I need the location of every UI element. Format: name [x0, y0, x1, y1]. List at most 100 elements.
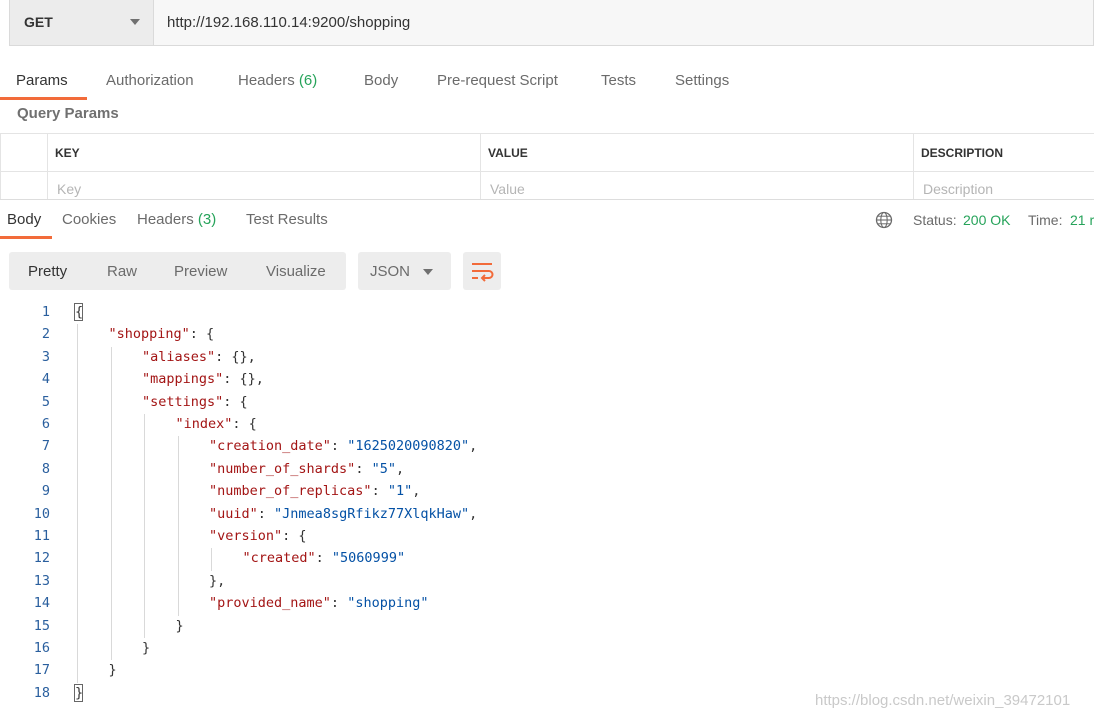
json-punctuation: }	[175, 617, 184, 634]
code-text: "index": {	[176, 416, 257, 432]
tab-body[interactable]: Body	[364, 72, 398, 89]
code-line: 10 "uuid": "Jnmea8sgRfikz77XlqkHaw",	[0, 503, 1094, 525]
code-line: 5 "settings": {	[0, 391, 1094, 413]
json-punctuation: : {	[189, 326, 215, 343]
tab-prerequest-script[interactable]: Pre-request Script	[437, 72, 558, 89]
json-key: "settings"	[142, 393, 224, 410]
json-key: "index"	[175, 416, 233, 432]
indent-guide	[177, 436, 179, 616]
code-text: },	[209, 573, 225, 589]
json-key: "version"	[209, 528, 283, 544]
line-number: 1	[41, 304, 50, 320]
json-punctuation: ,	[469, 438, 478, 455]
tab-authorization[interactable]: Authorization	[106, 72, 194, 89]
response-tab-headers-label: Headers	[137, 211, 194, 228]
table-handle-column	[0, 134, 47, 172]
code-line: 8 "number_of_shards": "5",	[0, 458, 1094, 480]
format-select[interactable]: JSON	[358, 252, 451, 290]
json-key: "creation_date"	[209, 438, 331, 455]
json-key: "number_of_replicas"	[209, 483, 372, 500]
indent-guide	[211, 548, 212, 571]
line-number: 7	[41, 438, 50, 455]
pretty-button[interactable]: Pretty	[28, 263, 67, 280]
tab-settings[interactable]: Settings	[675, 72, 729, 89]
json-string: "Jnmea8sgRfikz77XlqkHaw"	[274, 505, 470, 522]
chevron-down-icon	[130, 19, 140, 25]
column-header-description: DESCRIPTION	[913, 134, 1094, 172]
time-label: Time:	[1028, 212, 1063, 228]
code-text: "uuid": "Jnmea8sgRfikz77XlqkHaw",	[209, 506, 477, 522]
active-tab-indicator	[0, 97, 87, 100]
line-number: 3	[41, 348, 50, 365]
response-tab-body[interactable]: Body	[7, 211, 41, 228]
bracket-match-highlight	[74, 303, 83, 321]
view-mode-group: Pretty Raw Preview Visualize	[9, 252, 346, 290]
json-key: "provided_name"	[209, 595, 331, 612]
json-punctuation: :	[371, 483, 388, 500]
code-line: 4 "mappings": {},	[0, 368, 1094, 390]
code-text: "aliases": {},	[142, 349, 256, 365]
response-active-tab-indicator	[0, 236, 52, 239]
description-input[interactable]: Description	[913, 172, 1094, 200]
globe-icon[interactable]	[875, 211, 893, 229]
indent-guide	[77, 324, 78, 683]
json-punctuation: :	[330, 595, 348, 612]
code-text: "shopping": {	[109, 326, 215, 342]
wrap-lines-button[interactable]	[463, 252, 501, 290]
line-number: 5	[41, 393, 50, 410]
key-input[interactable]: Key	[47, 172, 480, 200]
response-tab-test-results[interactable]: Test Results	[246, 211, 328, 228]
code-line: 16}	[0, 637, 1094, 659]
code-line: 17}	[0, 659, 1094, 681]
line-number: 8	[41, 460, 50, 477]
json-punctuation: :	[355, 460, 372, 477]
tab-params[interactable]: Params	[16, 72, 68, 89]
response-tab-headers-count: (3)	[197, 211, 217, 228]
url-text: http://192.168.110.14:9200/shopping	[167, 14, 411, 31]
value-input[interactable]: Value	[480, 172, 913, 200]
response-body-editor[interactable]: 1{2 "shopping": {3 "aliases": {}, 4 "mapping…	[0, 301, 1094, 720]
line-number: 10	[33, 505, 50, 522]
json-key: "created"	[242, 550, 316, 567]
response-tab-cookies[interactable]: Cookies	[62, 211, 116, 228]
tab-headers-label: Headers	[238, 72, 295, 89]
column-header-value: VALUE	[480, 134, 913, 172]
code-text: "creation_date": "1625020090820",	[209, 438, 477, 454]
column-header-key: KEY	[47, 134, 480, 172]
json-key: "shopping"	[108, 326, 190, 343]
method-select[interactable]: GET	[9, 0, 153, 46]
table-row-handle	[0, 172, 47, 200]
tab-headers[interactable]: Headers (6)	[238, 72, 317, 89]
tab-tests[interactable]: Tests	[601, 72, 636, 89]
line-number: 9	[41, 483, 50, 500]
json-key: "mappings"	[142, 371, 224, 388]
line-number: 4	[41, 371, 50, 388]
response-tab-headers[interactable]: Headers (3)	[137, 211, 216, 228]
status-label: Status:	[913, 212, 957, 228]
request-bar: GET http://192.168.110.14:9200/shopping	[9, 0, 1094, 46]
json-punctuation: :	[330, 438, 348, 455]
tab-headers-count: (6)	[298, 72, 318, 89]
json-punctuation: }	[108, 662, 117, 679]
json-string: "shopping"	[347, 595, 429, 612]
status-value: 200 OK	[963, 212, 1011, 228]
code-line: 7 "creation_date": "1625020090820",	[0, 435, 1094, 457]
code-text: }	[142, 640, 150, 656]
line-number: 12	[33, 550, 50, 567]
json-punctuation: ,	[395, 460, 405, 477]
code-text: "created": "5060999"	[243, 550, 406, 566]
wrap-lines-icon	[472, 263, 494, 282]
visualize-button[interactable]: Visualize	[266, 263, 326, 280]
json-punctuation: : {},	[215, 348, 256, 365]
line-number: 16	[33, 640, 50, 656]
json-punctuation: ,	[469, 505, 478, 522]
raw-button[interactable]: Raw	[107, 263, 137, 280]
json-punctuation: : {	[232, 416, 257, 432]
bracket-match-highlight	[74, 683, 83, 702]
json-string: "5060999"	[331, 550, 406, 567]
json-string: "5"	[371, 460, 396, 477]
url-input[interactable]: http://192.168.110.14:9200/shopping	[153, 0, 1094, 46]
preview-button[interactable]: Preview	[174, 263, 227, 280]
code-line: 12 "created": "5060999"	[0, 547, 1094, 569]
code-text: "provided_name": "shopping"	[209, 595, 428, 611]
